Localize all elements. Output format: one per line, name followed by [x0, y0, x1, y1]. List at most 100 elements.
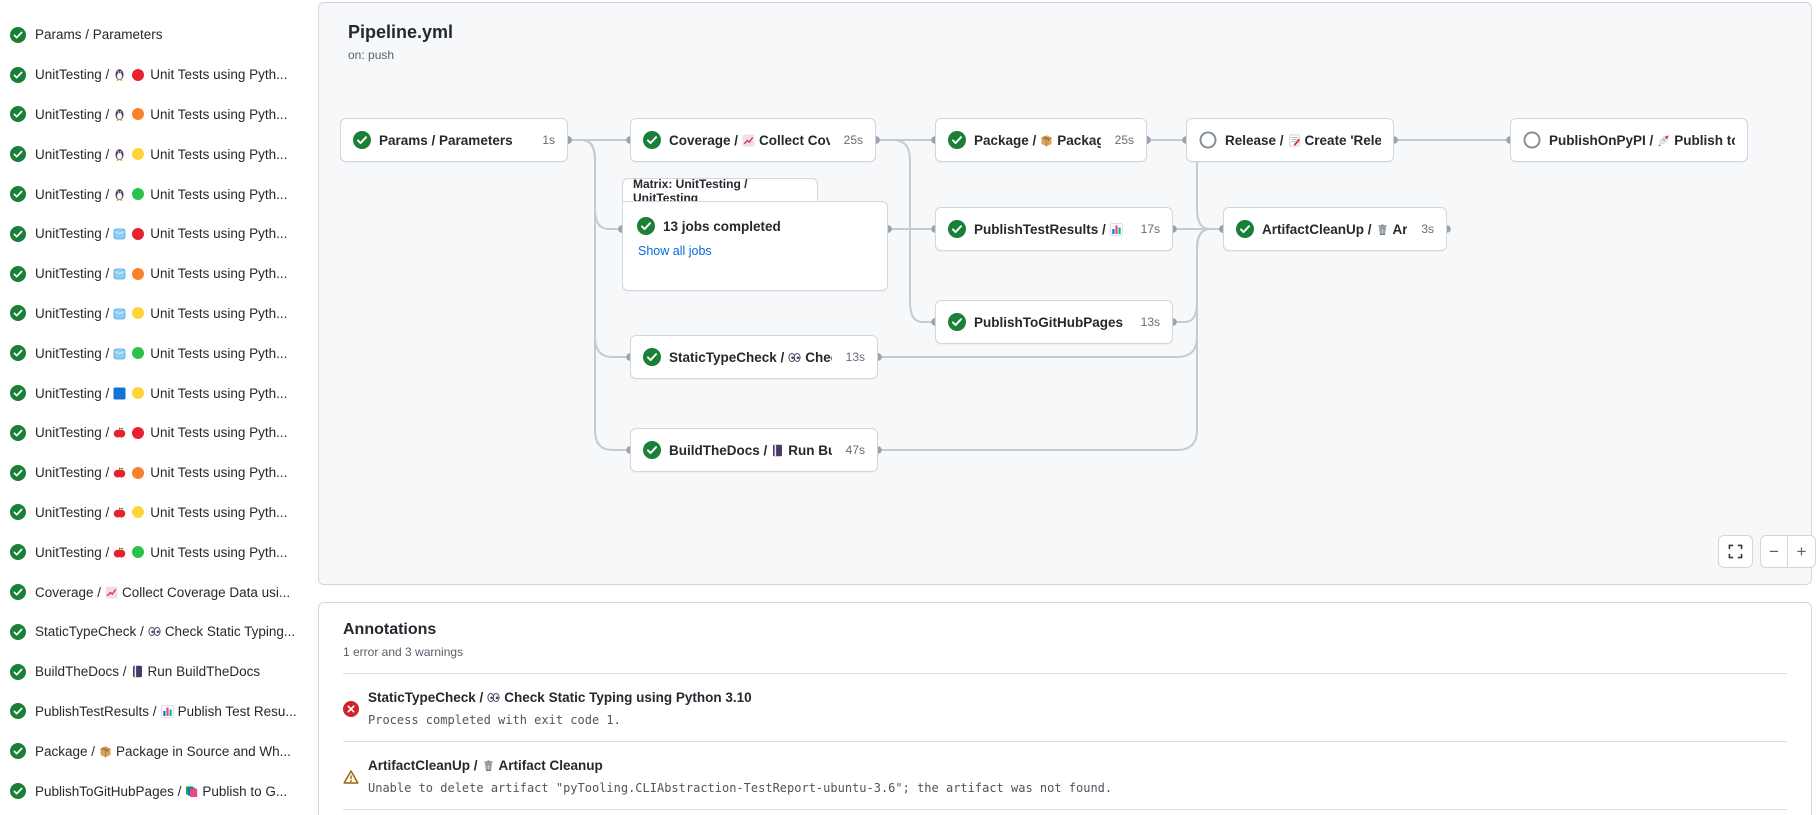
job-label: Coverage /Collect Coverage Data usi...	[35, 585, 290, 600]
label-text: UnitTesting /	[35, 67, 109, 82]
label-text: Publish to G...	[202, 784, 287, 799]
node-duration: 3s	[1415, 222, 1434, 236]
sidebar-job-item[interactable]: UnitTesting /Unit Tests using Pyth...	[0, 373, 318, 413]
sidebar-job-item[interactable]: UnitTesting /Unit Tests using Pyth...	[0, 413, 318, 453]
python-version-dot-icon	[132, 188, 144, 200]
show-all-jobs-link[interactable]: Show all jobs	[638, 244, 873, 258]
ice-cube-icon	[113, 267, 126, 280]
node-label: PublishToGitHubPages /...	[974, 315, 1127, 330]
label-text: UnitTesting /	[35, 346, 109, 361]
label-text: StaticTypeCheck /	[368, 690, 483, 705]
sidebar-job-item[interactable]: Coverage /Collect Coverage Data usi...	[0, 572, 318, 612]
eyes-icon	[148, 625, 161, 638]
graph-node-publishToGitHubPages[interactable]: PublishToGitHubPages /...13s	[935, 300, 1173, 344]
matrix-summary-text: 13 jobs completed	[663, 219, 781, 234]
ice-cube-icon	[113, 307, 126, 320]
node-label: PublishOnPyPI /Publish to ...	[1549, 133, 1735, 148]
sidebar-job-item[interactable]: UnitTesting /Unit Tests using Pyth...	[0, 134, 318, 174]
check-circle-icon	[643, 348, 661, 366]
sidebar-job-item[interactable]: UnitTesting /Unit Tests using Pyth...	[0, 493, 318, 533]
zoom-out-button[interactable]: −	[1761, 536, 1788, 567]
check-circle-icon	[10, 226, 26, 242]
node-label: PublishTestResults /Pu...	[974, 222, 1127, 237]
sidebar-job-item[interactable]: UnitTesting /Unit Tests using Pyth...	[0, 294, 318, 334]
label-text: Artifac...	[1393, 222, 1408, 237]
job-label: UnitTesting / Unit Tests using Pyth...	[35, 226, 287, 241]
annotation-warning-row: ArtifactCleanUp /Artifact CleanupUnable …	[343, 742, 1787, 810]
wastebasket-icon	[482, 759, 495, 772]
check-circle-icon	[10, 504, 26, 520]
label-text: ArtifactCleanUp /	[368, 758, 478, 773]
fullscreen-button[interactable]	[1718, 535, 1753, 568]
label-text: Package /	[35, 744, 95, 759]
label-text: UnitTesting /	[35, 226, 109, 241]
blue-square-icon	[113, 387, 126, 400]
penguin-icon	[113, 108, 126, 121]
check-circle-icon	[353, 131, 371, 149]
zoom-in-button[interactable]: +	[1788, 536, 1815, 567]
sidebar-job-item[interactable]: UnitTesting / Unit Tests using Pyth...	[0, 214, 318, 254]
sidebar-job-item[interactable]: StaticTypeCheck /Check Static Typing...	[0, 612, 318, 652]
graph-node-buildTheDocs[interactable]: BuildTheDocs /Run Buil...47s	[630, 428, 878, 472]
sidebar-job-item[interactable]: UnitTesting /Unit Tests using Pyth...	[0, 95, 318, 135]
job-label: PublishToGitHubPages / Publish to G...	[35, 784, 287, 799]
graph-node-package[interactable]: Package /Package in So...25s	[935, 118, 1147, 162]
notebook-icon	[771, 444, 784, 457]
sidebar-job-item[interactable]: BuildTheDocs /Run BuildTheDocs	[0, 652, 318, 692]
label-text: Unit Tests using Pyth...	[150, 147, 287, 162]
check-circle-icon	[10, 465, 26, 481]
job-label: UnitTesting /Unit Tests using Pyth...	[35, 545, 287, 560]
memo-icon	[1288, 134, 1301, 147]
graph-node-coverage[interactable]: Coverage /Collect Cove...25s	[630, 118, 876, 162]
check-circle-icon	[10, 703, 26, 719]
check-circle-icon	[10, 624, 26, 640]
python-version-dot-icon	[132, 506, 144, 518]
sidebar-job-item[interactable]: UnitTesting /Unit Tests using Pyth...	[0, 174, 318, 214]
apple-icon	[113, 546, 126, 559]
sidebar-job-item[interactable]: UnitTesting /Unit Tests using Pyth...	[0, 333, 318, 373]
matrix-group-tab[interactable]: Matrix: UnitTesting / UnitTesting	[622, 178, 818, 202]
label-text: Collect Cove...	[759, 133, 830, 148]
python-version-dot-icon	[132, 347, 144, 359]
graph-node-publishOnPyPI[interactable]: PublishOnPyPI /Publish to ...	[1510, 118, 1748, 162]
check-circle-icon	[10, 425, 26, 441]
sidebar-job-item[interactable]: UnitTesting /Unit Tests using Pyth...	[0, 55, 318, 95]
label-text: Check Static Typing...	[165, 624, 295, 639]
graph-controls: − +	[1718, 535, 1816, 568]
label-text: PublishToGitHubPages /	[35, 784, 181, 799]
graph-node-params[interactable]: Params / Parameters 1s	[340, 118, 568, 162]
check-circle-icon	[1236, 220, 1254, 238]
graph-node-publishTestResults[interactable]: PublishTestResults /Pu...17s	[935, 207, 1173, 251]
penguin-icon	[113, 68, 126, 81]
penguin-icon	[113, 148, 126, 161]
label-text: UnitTesting /	[35, 306, 109, 321]
label-text: Release /	[1225, 133, 1284, 148]
node-label: Params / Parameters	[379, 133, 513, 148]
check-circle-icon	[10, 67, 26, 83]
label-text: UnitTesting /	[35, 545, 109, 560]
chart-increasing-icon	[105, 586, 118, 599]
label-text: Publish to ...	[1674, 133, 1735, 148]
skipped-circle-icon	[1199, 131, 1217, 149]
node-duration: 1s	[536, 133, 555, 147]
sidebar-job-item[interactable]: UnitTesting /Unit Tests using Pyth...	[0, 453, 318, 493]
graph-node-staticTypeCheck[interactable]: StaticTypeCheck /Chec...13s	[630, 335, 878, 379]
label-text: StaticTypeCheck /	[669, 350, 784, 365]
label-text: UnitTesting /	[35, 465, 109, 480]
sidebar-job-item[interactable]: PublishToGitHubPages / Publish to G...	[0, 771, 318, 811]
check-circle-icon	[948, 131, 966, 149]
graph-node-release[interactable]: Release /Create 'Release P...	[1186, 118, 1394, 162]
label-text: BuildTheDocs /	[669, 443, 767, 458]
sidebar-job-item[interactable]: PublishTestResults /Publish Test Resu...	[0, 692, 318, 732]
python-version-dot-icon	[132, 268, 144, 280]
sidebar-job-item[interactable]: UnitTesting /Unit Tests using Pyth...	[0, 254, 318, 294]
graph-node-artifactCleanUp[interactable]: ArtifactCleanUp /Artifac...3s	[1223, 207, 1447, 251]
sidebar-job-item[interactable]: UnitTesting /Unit Tests using Pyth...	[0, 532, 318, 572]
workflow-file-title: Pipeline.yml	[348, 22, 453, 43]
label-text: Unit Tests using Pyth...	[150, 226, 287, 241]
label-text: UnitTesting /	[35, 425, 109, 440]
sidebar-job-item[interactable]: Package /Package in Source and Wh...	[0, 731, 318, 771]
label-text: PublishTestResults /	[35, 704, 157, 719]
notebook-icon	[131, 665, 144, 678]
sidebar-job-item[interactable]: Params / Parameters	[0, 15, 318, 55]
